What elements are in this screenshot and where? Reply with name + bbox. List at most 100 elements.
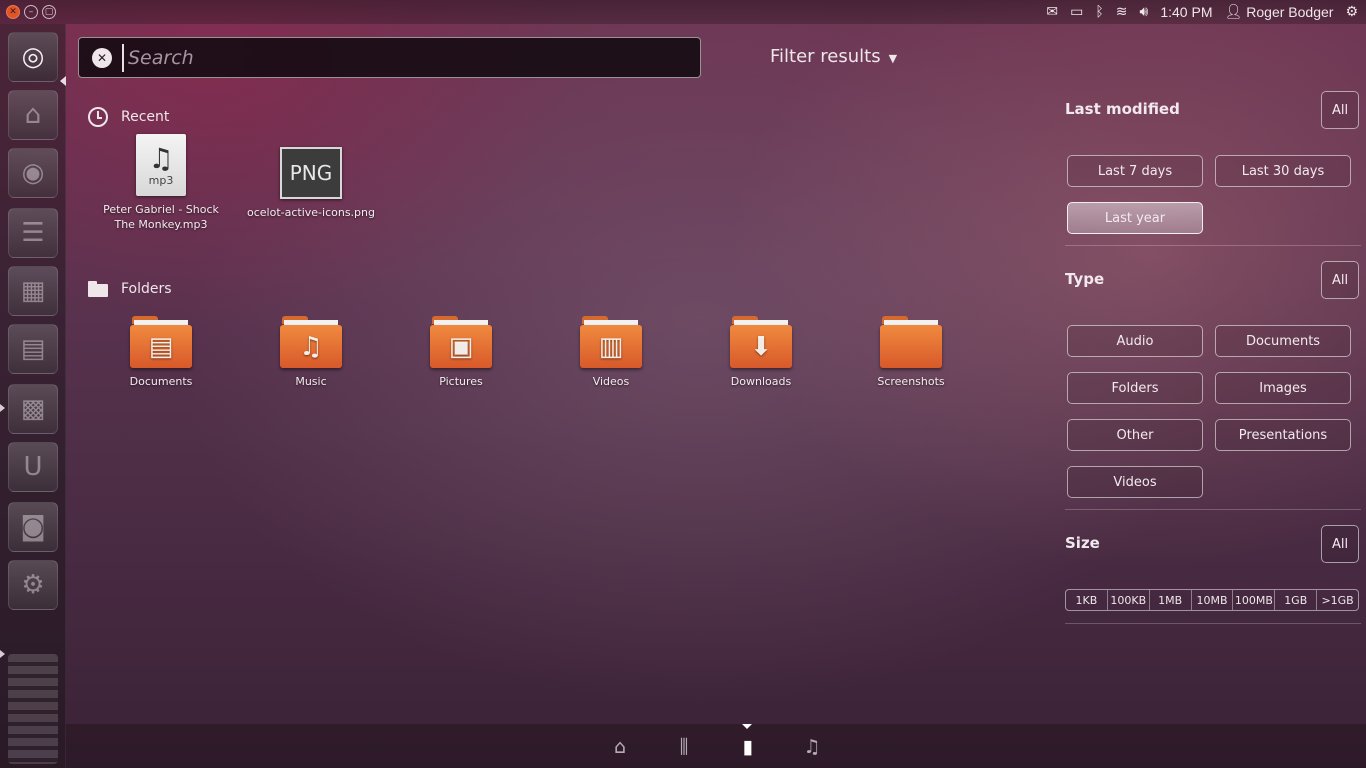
- download-arrow-icon: ⬇: [750, 331, 772, 362]
- folder-icon: ▥: [580, 316, 642, 368]
- home-lens-icon[interactable]: ⌂: [608, 735, 632, 759]
- volume-icon[interactable]: 🔊︎: [1140, 4, 1149, 20]
- writer-icon[interactable]: ☰: [8, 208, 58, 258]
- clock[interactable]: 1:40 PM: [1160, 4, 1212, 20]
- music-lens-icon[interactable]: ♫: [800, 735, 824, 759]
- bluetooth-icon[interactable]: ᛒ: [1095, 4, 1103, 20]
- clock-icon: [88, 107, 108, 127]
- window-controls: ✕ – ▢: [6, 5, 56, 19]
- folder-videos[interactable]: ▥ Videos: [536, 316, 686, 389]
- size-10mb-segment[interactable]: 10MB: [1192, 590, 1234, 610]
- search-input[interactable]: [122, 43, 682, 72]
- size-100kb-segment[interactable]: 100KB: [1108, 590, 1150, 610]
- section-divider: [1065, 623, 1361, 624]
- lens-bar: ⌂ ⫼ ▮ ♫: [66, 724, 1366, 768]
- folder-documents[interactable]: ▤ Documents: [86, 316, 236, 389]
- section-divider: [1065, 509, 1361, 510]
- shotwell-icon[interactable]: ◙: [8, 502, 58, 552]
- filter-last-7-days-button[interactable]: Last 7 days: [1067, 155, 1203, 187]
- folder-label: Videos: [592, 375, 630, 388]
- filter-last-year-button[interactable]: Last year: [1067, 202, 1203, 234]
- section-divider: [1065, 245, 1361, 246]
- recent-item-label: Peter Gabriel - Shock: [103, 203, 219, 216]
- folder-icon: ▤: [130, 316, 192, 368]
- type-all-button[interactable]: All: [1321, 261, 1359, 299]
- user-menu[interactable]: 👤︎ Roger Bodger: [1224, 4, 1333, 20]
- app-center-icon[interactable]: ▩: [8, 384, 58, 434]
- size-1mb-segment[interactable]: 1MB: [1150, 590, 1192, 610]
- workspaces-trash-stack-icon[interactable]: [8, 654, 58, 764]
- filter-results-label: Filter results: [770, 46, 881, 67]
- folder-icon: ▣: [430, 316, 492, 368]
- folder-screenshots[interactable]: Screenshots: [836, 316, 986, 389]
- last-modified-all-button[interactable]: All: [1321, 91, 1359, 129]
- last-modified-title: Last modified: [1065, 100, 1180, 118]
- size-over-1gb-segment[interactable]: >1GB: [1317, 590, 1358, 610]
- folders-heading: Folders: [121, 281, 172, 297]
- minimize-window-button[interactable]: –: [24, 5, 38, 19]
- size-1gb-segment[interactable]: 1GB: [1275, 590, 1318, 610]
- filter-audio-button[interactable]: Audio: [1067, 325, 1203, 357]
- system-settings-icon[interactable]: ⚙: [8, 560, 58, 610]
- filter-last-30-days-button[interactable]: Last 30 days: [1215, 155, 1351, 187]
- folder-downloads[interactable]: ⬇ Downloads: [686, 316, 836, 389]
- folder-label: Music: [295, 375, 327, 388]
- ubuntu-one-icon[interactable]: U: [8, 442, 58, 492]
- pictures-emblem-icon: ▣: [448, 331, 474, 362]
- firefox-icon[interactable]: ◉: [8, 148, 58, 198]
- wifi-icon[interactable]: ≋: [1116, 4, 1128, 20]
- maximize-window-button[interactable]: ▢: [42, 5, 56, 19]
- battery-icon[interactable]: ▭: [1070, 4, 1083, 20]
- filter-images-button[interactable]: Images: [1215, 372, 1351, 404]
- recent-group-header[interactable]: Recent: [88, 107, 169, 127]
- calc-icon[interactable]: ▦: [8, 266, 58, 316]
- folder-music[interactable]: ♫ Music: [236, 316, 386, 389]
- folder-icon: [880, 316, 942, 368]
- size-title: Size: [1065, 534, 1100, 552]
- size-all-button[interactable]: All: [1321, 525, 1359, 563]
- user-name: Roger Bodger: [1246, 4, 1334, 20]
- size-1kb-segment[interactable]: 1KB: [1066, 590, 1108, 610]
- folder-icon: [88, 281, 108, 297]
- folder-pictures[interactable]: ▣ Pictures: [386, 316, 536, 389]
- png-file-icon: PNG: [280, 147, 342, 199]
- size-range-bar: 1KB 100KB 1MB 10MB 100MB 1GB >1GB: [1065, 589, 1359, 611]
- impress-icon[interactable]: ▤: [8, 324, 58, 374]
- filter-folders-button[interactable]: Folders: [1067, 372, 1203, 404]
- filter-videos-button[interactable]: Videos: [1067, 466, 1203, 498]
- launcher-active-arrow: [60, 76, 66, 86]
- files-lens-icon[interactable]: ▮: [736, 735, 760, 759]
- active-lens-marker: [742, 724, 752, 729]
- clear-search-icon[interactable]: ✕: [92, 47, 112, 68]
- size-100mb-segment[interactable]: 100MB: [1233, 590, 1276, 610]
- recent-heading: Recent: [121, 109, 170, 125]
- folder-label: Documents: [129, 375, 193, 388]
- search-box: ✕: [78, 37, 701, 78]
- folder-label: Downloads: [730, 375, 792, 388]
- home-folder-icon[interactable]: ⌂: [8, 90, 58, 140]
- folder-label: Pictures: [439, 375, 483, 388]
- document-emblem-icon: ▤: [148, 331, 174, 362]
- top-panel: ✕ – ▢ ✉ ▭ ᛒ ≋ 🔊︎ 1:40 PM 👤︎ Roger Bodger…: [0, 0, 1366, 24]
- mail-icon[interactable]: ✉: [1046, 4, 1058, 20]
- filter-documents-button[interactable]: Documents: [1215, 325, 1351, 357]
- dash-home-icon[interactable]: ◎: [8, 32, 58, 82]
- filter-other-button[interactable]: Other: [1067, 419, 1203, 451]
- folders-group-header[interactable]: Folders: [88, 281, 172, 297]
- recent-item-label: ocelot-active-icons.png: [247, 206, 375, 219]
- running-indicator: [0, 650, 5, 658]
- chevron-down-icon: ▼: [888, 51, 898, 65]
- recent-item-png[interactable]: PNG ocelot-active-icons.png: [236, 142, 386, 220]
- close-window-button[interactable]: ✕: [6, 5, 20, 19]
- type-title: Type: [1065, 270, 1105, 288]
- folder-icon: ⬇: [730, 316, 792, 368]
- recent-item-mp3[interactable]: ♫ mp3 Peter Gabriel - Shock The Monkey.m…: [86, 134, 236, 232]
- applications-lens-icon[interactable]: ⫼: [672, 735, 696, 759]
- filter-results-toggle[interactable]: Filter results ▼: [770, 46, 897, 67]
- folder-icon: ♫: [280, 316, 342, 368]
- indicator-area: ✉ ▭ ᛒ ≋ 🔊︎ 1:40 PM 👤︎ Roger Bodger ⚙: [1046, 4, 1358, 20]
- running-indicator: [0, 404, 5, 412]
- music-emblem-icon: ♫: [299, 331, 323, 362]
- filter-presentations-button[interactable]: Presentations: [1215, 419, 1351, 451]
- gear-icon[interactable]: ⚙: [1345, 4, 1358, 20]
